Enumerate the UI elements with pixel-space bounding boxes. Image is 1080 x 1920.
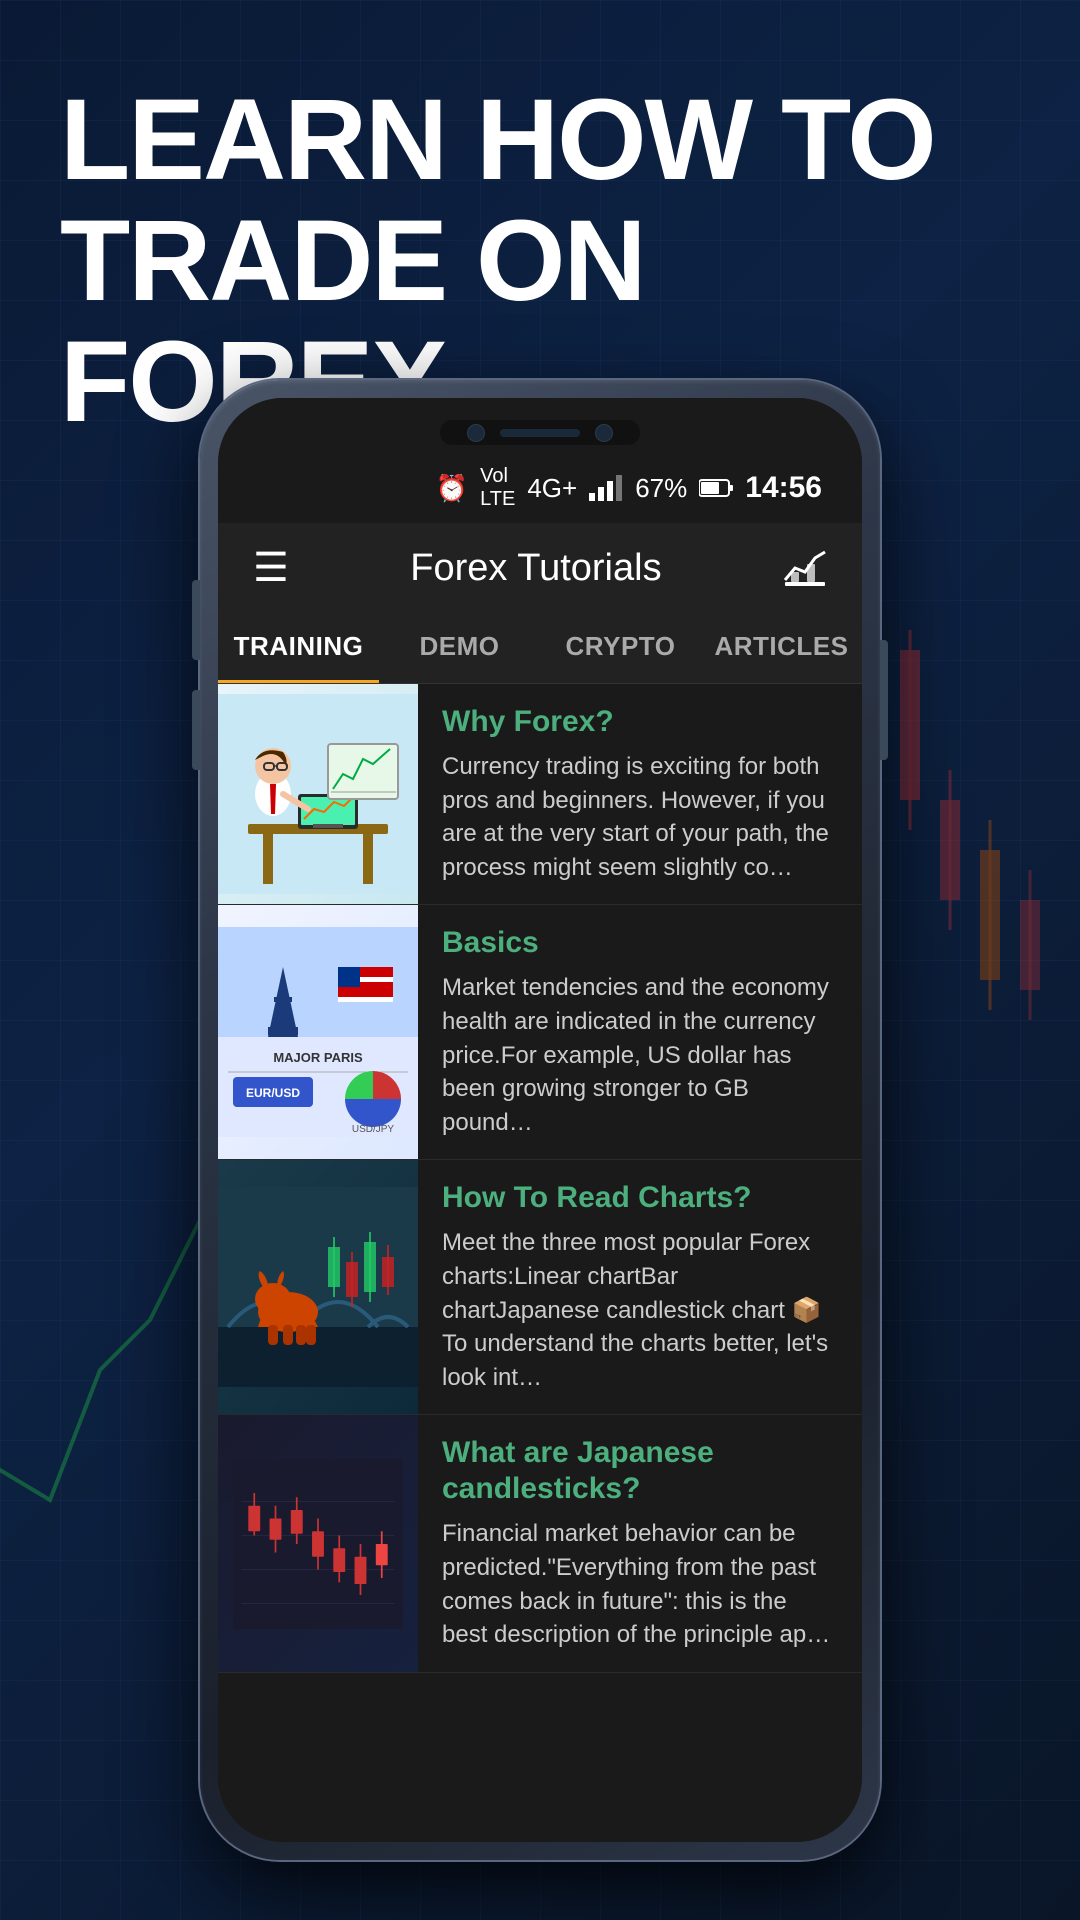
tab-articles[interactable]: ARTICLES <box>701 613 862 683</box>
article-thumb-candlesticks <box>218 1415 418 1671</box>
tab-crypto[interactable]: CRYPTO <box>540 613 701 683</box>
article-excerpt: Market tendencies and the economy health… <box>442 971 838 1139</box>
app-bar: ☰ Forex Tutorials <box>218 523 862 613</box>
svg-text:MAJOR PARIS: MAJOR PARIS <box>273 1050 363 1065</box>
speaker <box>500 429 580 437</box>
tab-demo[interactable]: DEMO <box>379 613 540 683</box>
article-item[interactable]: MAJOR PARIS EUR/USD <box>218 905 862 1160</box>
phone-mockup: ⏰ VolLTE 4G+ 67% 14:56 <box>200 380 880 1860</box>
menu-icon[interactable]: ☰ <box>253 548 289 588</box>
volte-icon: VolLTE <box>480 465 515 511</box>
app-title: Forex Tutorials <box>410 547 661 590</box>
power-button <box>880 640 888 760</box>
alarm-icon: ⏰ <box>436 473 468 504</box>
article-body-charts: How To Read Charts? Meet the three most … <box>418 1160 862 1414</box>
article-excerpt: Financial market behavior can be predict… <box>442 1517 838 1651</box>
article-title: What are Japanese candlesticks? <box>442 1435 838 1507</box>
article-excerpt: Meet the three most popular Forex charts… <box>442 1226 838 1394</box>
title-line1: LEARN HOW TO <box>60 76 935 204</box>
article-title: How To Read Charts? <box>442 1180 838 1216</box>
article-excerpt: Currency trading is exciting for both pr… <box>442 750 838 884</box>
article-body-candlesticks: What are Japanese candlesticks? Financia… <box>418 1415 862 1671</box>
article-thumb-why-forex <box>218 684 418 904</box>
clock: 14:56 <box>745 471 822 505</box>
content-area: Why Forex? Currency trading is exciting … <box>218 684 862 1842</box>
battery-percent: 67% <box>635 473 687 504</box>
article-title: Basics <box>442 925 838 961</box>
article-thumb-charts <box>218 1160 418 1414</box>
article-item[interactable]: What are Japanese candlesticks? Financia… <box>218 1415 862 1672</box>
battery-icon <box>699 478 733 498</box>
front-camera <box>467 424 485 442</box>
svg-text:EUR/USD: EUR/USD <box>246 1086 300 1100</box>
volume-down-button <box>192 690 200 770</box>
article-title: Why Forex? <box>442 704 838 740</box>
camera-bar <box>440 420 640 445</box>
article-item[interactable]: Why Forex? Currency trading is exciting … <box>218 684 862 905</box>
article-body-basics: Basics Market tendencies and the economy… <box>418 905 862 1159</box>
status-icons: ⏰ VolLTE 4G+ 67% 14:56 <box>436 465 822 511</box>
signal-icon <box>589 475 623 501</box>
phone-frame: ⏰ VolLTE 4G+ 67% 14:56 <box>200 380 880 1860</box>
tab-training[interactable]: TRAINING <box>218 613 379 683</box>
svg-text:USD/JPY: USD/JPY <box>352 1124 395 1135</box>
volume-up-button <box>192 580 200 660</box>
network-icon: 4G+ <box>527 473 577 504</box>
article-thumb-basics: MAJOR PARIS EUR/USD <box>218 905 418 1159</box>
phone-screen: ⏰ VolLTE 4G+ 67% 14:56 <box>218 398 862 1842</box>
article-item[interactable]: How To Read Charts? Meet the three most … <box>218 1160 862 1415</box>
sensor <box>595 424 613 442</box>
article-body-why-forex: Why Forex? Currency trading is exciting … <box>418 684 862 904</box>
chart-trend-icon[interactable] <box>783 548 827 588</box>
tab-bar: TRAINING DEMO CRYPTO ARTICLES <box>218 613 862 684</box>
status-bar: ⏰ VolLTE 4G+ 67% 14:56 <box>218 453 862 523</box>
